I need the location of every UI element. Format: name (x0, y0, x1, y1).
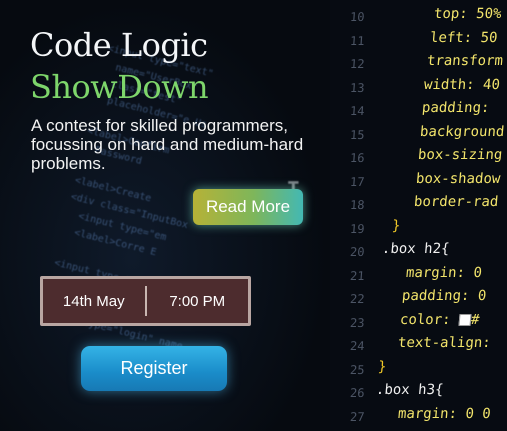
css-code-line: text-align: (397, 335, 491, 351)
css-code-line: margin: 0 0 (397, 406, 491, 422)
line-number: 22 (349, 292, 365, 306)
css-code-line: margin: 0 (405, 265, 482, 281)
event-datetime-box: 14th May 7:00 PM (40, 276, 251, 326)
event-time: 7:00 PM (169, 292, 226, 310)
line-number: 10 (349, 10, 365, 24)
css-code-line: box-shadow (415, 171, 501, 187)
css-code-line: padding: 0 (401, 288, 487, 304)
css-code-line: .box h2{ (381, 241, 450, 257)
css-code-text: padding: (421, 100, 491, 116)
css-code-text: margin: 0 (405, 264, 483, 281)
line-number: 20 (349, 245, 365, 259)
color-swatch-icon (458, 313, 472, 326)
css-code-text: text-align: (397, 335, 492, 351)
css-code-text: width: 40 (423, 76, 501, 93)
register-button[interactable]: Register (81, 346, 227, 391)
css-code-line: .box h3{ (375, 382, 444, 398)
css-code-line: transform (426, 53, 503, 69)
css-code-line: border-rad (413, 194, 499, 210)
css-code-text: transform (426, 53, 504, 69)
line-number-gutter: 10111213141516171819202122232425262728 (330, 0, 370, 431)
css-code-text: padding: 0 (401, 288, 487, 304)
css-code-panel: top: 50% left: 50 transform width: 40 paddin… (372, 0, 507, 431)
css-code-text: top: 50% (433, 6, 503, 22)
line-number: 14 (349, 104, 365, 118)
contest-description: A contest for skilled programmers, focus… (31, 116, 304, 173)
css-code-line: background (419, 124, 505, 140)
css-code-line: top: 50% (433, 6, 502, 22)
css-code-line: color: # (399, 311, 481, 328)
line-number: 25 (349, 362, 365, 377)
css-code-text: background (419, 123, 505, 140)
css-code-line: } (377, 359, 387, 375)
css-code-text: box-shadow (415, 170, 501, 187)
event-date: 14th May (62, 292, 125, 310)
css-code-line: box-sizing (417, 147, 503, 163)
css-code-text: border-rad (413, 194, 499, 210)
line-number: 11 (349, 33, 365, 48)
css-code-line: width: 40 (423, 77, 500, 93)
css-code-text: .box h2{ (381, 241, 451, 257)
line-number: 18 (349, 198, 365, 212)
css-code-text: box-sizing (417, 147, 503, 163)
line-number: 19 (349, 221, 365, 236)
css-code-text: color: (399, 311, 460, 328)
css-code-text: } (391, 217, 402, 234)
line-number: 23 (349, 315, 365, 330)
line-number: 27 (349, 409, 365, 424)
css-code-text: margin: 0 0 (397, 405, 492, 422)
line-number: 26 (349, 386, 365, 400)
read-more-button[interactable]: Read More (193, 189, 303, 225)
line-number: 12 (349, 57, 365, 71)
line-number: 13 (349, 80, 365, 95)
line-number: 16 (349, 151, 365, 165)
line-number: 17 (349, 174, 365, 189)
css-code-text: } (377, 358, 388, 375)
css-code-text: left: 50 (429, 29, 499, 46)
title-showdown: ShowDown (30, 68, 209, 106)
css-code-line: left: 50 (429, 30, 498, 46)
line-number: 15 (349, 127, 365, 142)
css-code-line: } (391, 218, 401, 234)
line-number: 21 (349, 268, 365, 283)
title-code-logic: Code Logic (30, 26, 208, 64)
line-number: 24 (349, 339, 365, 353)
css-code-text: .box h3{ (375, 382, 445, 398)
css-code-line: padding: (421, 100, 490, 116)
